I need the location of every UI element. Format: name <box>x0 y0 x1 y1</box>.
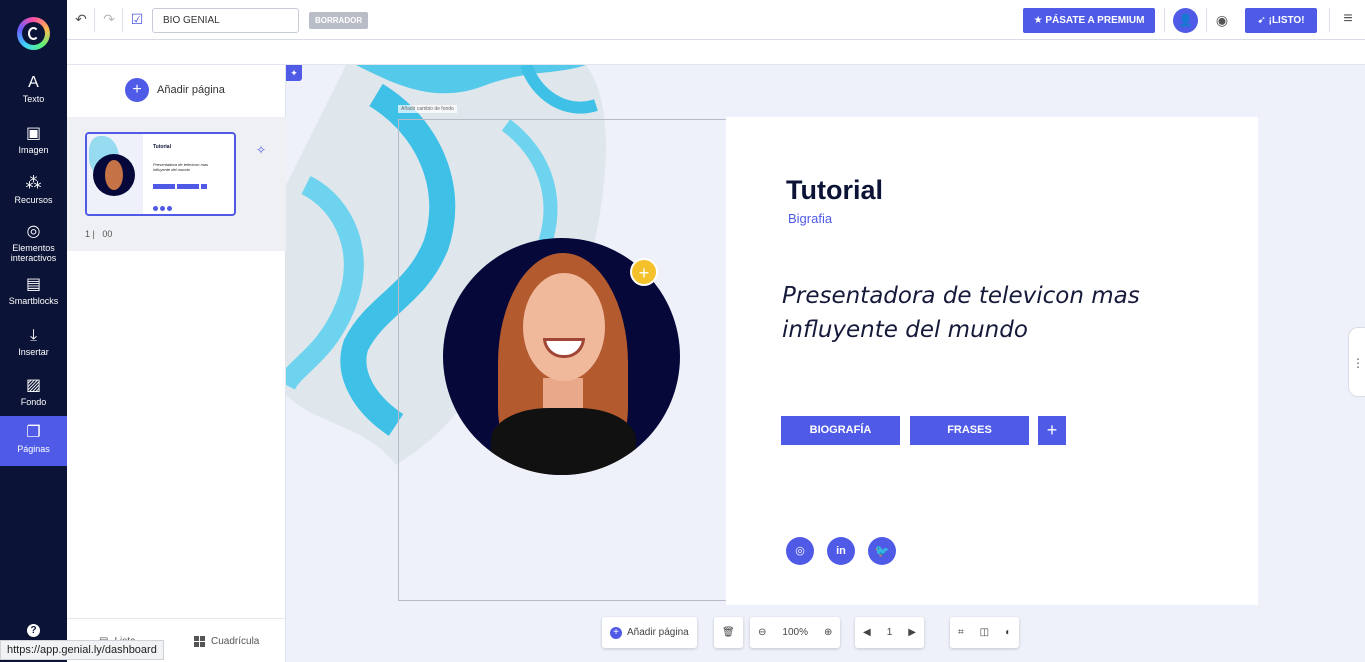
go-premium-button[interactable]: ★ PÁSATE A PREMIUM <box>1023 8 1155 33</box>
page-number: 1 | 00 <box>85 229 113 239</box>
prev-page-icon[interactable]: ◀ <box>855 617 879 648</box>
image-icon: ▣ <box>25 125 42 142</box>
next-page-icon[interactable]: ▶ <box>900 617 924 648</box>
grid-guides-icon[interactable]: ⌗ <box>950 617 972 648</box>
sidebar-item-elementos-interactivos[interactable]: ◎ Elementos interactivos <box>0 215 67 263</box>
hamburger-menu-icon[interactable]: ≡ <box>1339 10 1357 28</box>
content-card: Tutorial Bigrafia Presentadora de televi… <box>726 117 1258 605</box>
grid-icon <box>194 635 205 647</box>
sidebar-item-fondo[interactable]: ▨ Fondo <box>0 369 67 419</box>
twitter-icon[interactable]: 🐦 <box>868 537 896 565</box>
resources-icon: ⁂ <box>25 175 42 192</box>
divider <box>122 8 123 32</box>
rocket-icon: ➹ <box>1257 15 1269 26</box>
text-icon: A <box>28 74 39 91</box>
biography-button[interactable]: BIOGRAFÍA <box>781 416 900 445</box>
plus-icon: + <box>610 626 622 639</box>
add-button[interactable]: + <box>1038 416 1066 445</box>
top-toolbar: ↶ ↷ ☑ BORRADOR ★ PÁSATE A PREMIUM 👤 ◉ ➹ … <box>67 0 1365 40</box>
sidebar-item-recursos[interactable]: ⁂ Recursos <box>0 167 67 217</box>
split-view-icon[interactable]: ◫ <box>972 617 997 648</box>
zoom-level: 100% <box>782 627 808 638</box>
page-indicator: 1 <box>886 627 893 638</box>
preview-eye-icon[interactable]: ◉ <box>1213 11 1231 29</box>
genially-logo[interactable] <box>17 17 50 50</box>
undo-icon[interactable]: ↶ <box>72 10 90 28</box>
zoom-toolbar: ⊖ 100% ⊕ <box>750 617 841 648</box>
redo-icon[interactable]: ↷ <box>100 10 118 28</box>
slide-title[interactable]: Tutorial <box>786 175 883 206</box>
pages-icon: ❐ <box>26 424 41 441</box>
interactive-icon: ◎ <box>26 223 41 240</box>
add-page-toolbar: + Añadir página <box>602 617 697 648</box>
side-panel-toggle[interactable]: ⋮ <box>1348 327 1365 397</box>
sidebar-item-imagen[interactable]: ▣ Imagen <box>0 117 67 167</box>
thumbnail-portrait <box>93 154 135 196</box>
pages-panel: + Añadir página Tutorial Presentadora de… <box>67 65 286 662</box>
tab-grid[interactable]: Cuadrícula <box>194 619 259 662</box>
sidebar-item-smartblocks[interactable]: ▤ Smartblocks <box>0 268 67 318</box>
divider <box>1206 8 1207 32</box>
instagram-icon[interactable]: ◎ <box>786 537 814 565</box>
slide-quote[interactable]: Presentadora de televicon mas influyente… <box>782 279 1162 347</box>
insert-icon: ⤓ <box>29 327 38 344</box>
plus-icon: + <box>125 78 149 102</box>
add-page-button[interactable]: + Añadir página <box>125 78 225 102</box>
add-interactivity-icon[interactable]: + <box>630 258 658 286</box>
ready-button[interactable]: ➹ ¡LISTO! <box>1245 8 1317 33</box>
phrases-button[interactable]: FRASES <box>910 416 1029 445</box>
draft-badge: BORRADOR <box>309 12 369 29</box>
trash-icon[interactable]: 🗑 <box>714 617 743 648</box>
slide-canvas: ✦ Añadir cambio de fondo Tutorial Bigraf… <box>286 65 1365 662</box>
bottom-add-page-button[interactable]: + Añadir página <box>602 617 697 648</box>
background-icon: ▨ <box>25 377 42 394</box>
sidebar-item-paginas[interactable]: ❐ Páginas <box>0 416 67 466</box>
smartblocks-icon: ▤ <box>25 276 42 293</box>
view-tools-toolbar: ⌗ ◫ ◐ <box>950 617 1020 648</box>
divider <box>94 8 95 32</box>
zoom-out-icon[interactable]: ⊖ <box>750 617 774 648</box>
sidebar-item-texto[interactable]: A Texto <box>0 66 67 116</box>
linkedin-icon[interactable]: in <box>827 537 855 565</box>
star-icon: ★ <box>1033 15 1046 26</box>
project-title-input[interactable] <box>152 8 299 33</box>
divider <box>1164 8 1165 32</box>
delete-toolbar: 🗑 <box>714 617 743 648</box>
slide-subtitle[interactable]: Bigrafia <box>788 211 832 226</box>
page-nav-toolbar: ◀ 1 ▶ <box>855 617 924 648</box>
page-thumbnail[interactable]: Tutorial Presentadora de televicon mas i… <box>85 132 236 216</box>
status-url: https://app.genial.ly/dashboard <box>0 640 164 660</box>
zoom-in-icon[interactable]: ⊕ <box>816 617 840 648</box>
checkbox-icon[interactable]: ☑ <box>128 10 146 28</box>
divider <box>1329 8 1330 32</box>
magic-wand-icon[interactable]: ✧ <box>256 143 266 157</box>
sub-toolbar <box>67 40 1365 65</box>
pin-icon[interactable]: ✦ <box>286 65 302 81</box>
help-icon[interactable]: ? <box>27 624 40 637</box>
background-change-hint[interactable]: Añadir cambio de fondo <box>398 105 457 113</box>
page-thumbnail-row: Tutorial Presentadora de televicon mas i… <box>67 117 286 251</box>
sidebar-item-insertar[interactable]: ⤓ Insertar <box>0 319 67 369</box>
add-collaborator-icon[interactable]: 👤 <box>1173 8 1198 33</box>
theme-icon[interactable]: ◐ <box>997 617 1019 648</box>
left-sidebar: A Texto ▣ Imagen ⁂ Recursos ◎ Elementos … <box>0 0 67 662</box>
